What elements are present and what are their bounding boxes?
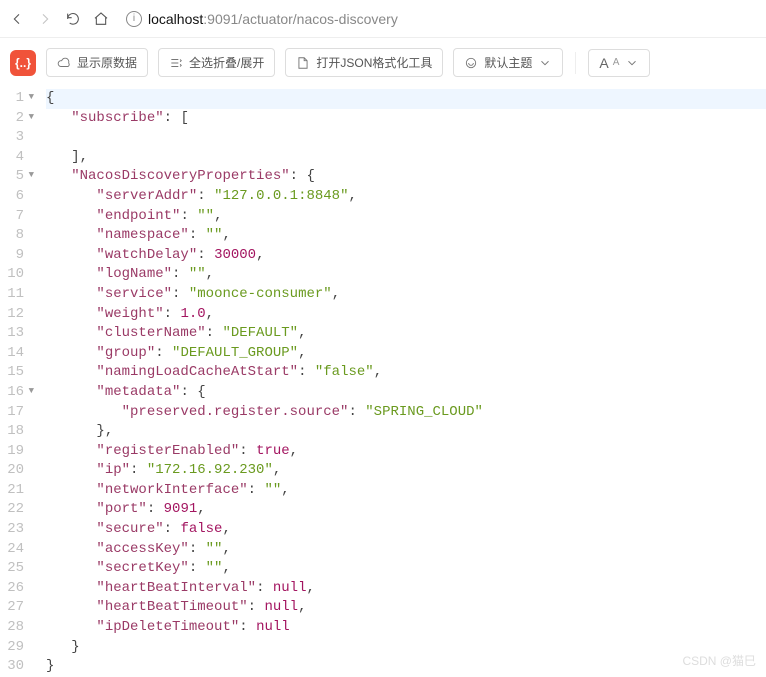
font-sub-icon: A [613, 57, 620, 68]
open-icon [296, 56, 310, 70]
cloud-icon [57, 56, 71, 70]
code-line: ], [46, 148, 766, 168]
show-raw-label: 显示原数据 [77, 54, 137, 71]
json-viewer-toolbar: {..} 显示原数据 全选折叠/展开 打开JSON格式化工具 默认主题 A A [0, 38, 766, 89]
code-line: "service": "moonce-consumer", [46, 285, 766, 305]
code-line: "endpoint": "", [46, 207, 766, 227]
code-line: "networkInterface": "", [46, 481, 766, 501]
watermark: CSDN @猫巳 [682, 652, 756, 669]
code-line: "ip": "172.16.92.230", [46, 461, 766, 481]
code-line: "accessKey": "", [46, 540, 766, 560]
code-line: "port": 9091, [46, 500, 766, 520]
extension-logo: {..} [10, 50, 36, 76]
fold-toggle[interactable]: ▼ [29, 385, 34, 398]
forward-icon[interactable] [36, 10, 54, 28]
code-line: "NacosDiscoveryProperties": { [46, 167, 766, 187]
code-line: "watchDelay": 30000, [46, 246, 766, 266]
font-select[interactable]: A A [588, 49, 650, 77]
code-line: }, [46, 422, 766, 442]
reload-icon[interactable] [64, 10, 82, 28]
code-line: "serverAddr": "127.0.0.1:8848", [46, 187, 766, 207]
code-line: "secure": false, [46, 520, 766, 540]
fold-toggle[interactable]: ▼ [29, 111, 34, 124]
code-line: { [46, 89, 766, 109]
open-formatter-label: 打开JSON格式化工具 [316, 54, 432, 71]
code-line: "clusterName": "DEFAULT", [46, 324, 766, 344]
code-line: "namingLoadCacheAtStart": "false", [46, 363, 766, 383]
code-line: "heartBeatTimeout": null, [46, 598, 766, 618]
chevron-down-icon [625, 56, 639, 70]
code-line: "weight": 1.0, [46, 305, 766, 325]
code-line: } [46, 657, 766, 677]
chevron-down-icon [538, 56, 552, 70]
code-line: "secretKey": "", [46, 559, 766, 579]
address-bar[interactable]: i localhost:9091/actuator/nacos-discover… [126, 11, 758, 27]
code-line: "logName": "", [46, 265, 766, 285]
theme-icon [464, 56, 478, 70]
code-line: "preserved.register.source": "SPRING_CLO… [46, 403, 766, 423]
fold-expand-button[interactable]: 全选折叠/展开 [158, 48, 275, 77]
fold-icon [169, 56, 183, 70]
code-line [46, 128, 766, 148]
code-line: "namespace": "", [46, 226, 766, 246]
theme-select[interactable]: 默认主题 [453, 48, 563, 77]
fold-toggle[interactable]: ▼ [29, 169, 34, 182]
code-line: "metadata": { [46, 383, 766, 403]
code-line: "registerEnabled": true, [46, 442, 766, 462]
show-raw-button[interactable]: 显示原数据 [46, 48, 148, 77]
code-source[interactable]: { "subscribe": [ ], "NacosDiscoveryPrope… [32, 89, 766, 677]
open-formatter-button[interactable]: 打开JSON格式化工具 [285, 48, 443, 77]
code-line: "heartBeatInterval": null, [46, 579, 766, 599]
home-icon[interactable] [92, 10, 110, 28]
theme-label: 默认主题 [484, 54, 532, 71]
browser-navbar: i localhost:9091/actuator/nacos-discover… [0, 0, 766, 38]
toolbar-divider [575, 52, 576, 74]
url-text: localhost:9091/actuator/nacos-discovery [148, 11, 398, 27]
site-info-icon[interactable]: i [126, 11, 142, 27]
code-line: } [46, 638, 766, 658]
fold-expand-label: 全选折叠/展开 [189, 54, 264, 71]
code-line: "group": "DEFAULT_GROUP", [46, 344, 766, 364]
code-line: "ipDeleteTimeout": null [46, 618, 766, 638]
line-gutter: 1▼2▼345▼678910111213141516▼1718192021222… [0, 89, 32, 677]
json-code-view: 1▼2▼345▼678910111213141516▼1718192021222… [0, 89, 766, 677]
fold-toggle[interactable]: ▼ [29, 91, 34, 104]
code-line: "subscribe": [ [46, 109, 766, 129]
back-icon[interactable] [8, 10, 26, 28]
font-label: A [599, 55, 608, 71]
